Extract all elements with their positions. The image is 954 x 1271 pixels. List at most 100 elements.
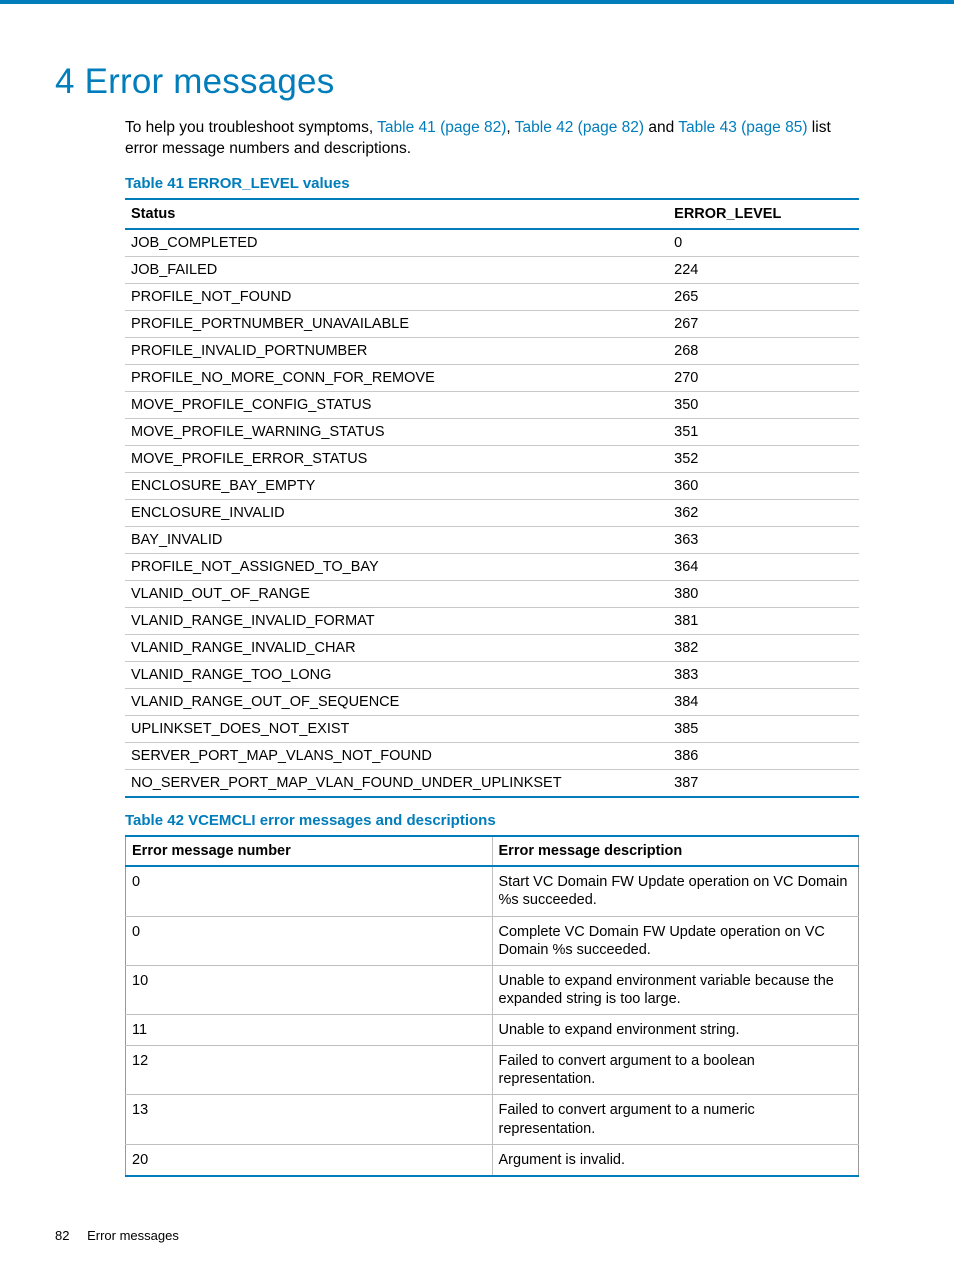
error-description-cell: Unable to expand environment string. <box>492 1015 859 1046</box>
table-42-header-description: Error message description <box>492 836 859 866</box>
error-level-cell: 363 <box>668 527 859 554</box>
link-table-41[interactable]: Table 41 (page 82) <box>377 119 506 136</box>
status-cell: BAY_INVALID <box>125 527 668 554</box>
status-cell: VLANID_OUT_OF_RANGE <box>125 581 668 608</box>
table-row: VLANID_RANGE_INVALID_CHAR382 <box>125 635 859 662</box>
status-cell: MOVE_PROFILE_ERROR_STATUS <box>125 446 668 473</box>
table-row: JOB_COMPLETED0 <box>125 229 859 257</box>
error-level-cell: 267 <box>668 311 859 338</box>
error-level-cell: 386 <box>668 743 859 770</box>
error-level-cell: 360 <box>668 473 859 500</box>
status-cell: PROFILE_NOT_ASSIGNED_TO_BAY <box>125 554 668 581</box>
status-cell: PROFILE_INVALID_PORTNUMBER <box>125 338 668 365</box>
error-number-cell: 0 <box>126 916 493 965</box>
table-row: MOVE_PROFILE_WARNING_STATUS351 <box>125 419 859 446</box>
table-row: 20Argument is invalid. <box>126 1144 859 1176</box>
error-level-cell: 383 <box>668 662 859 689</box>
error-description-cell: Start VC Domain FW Update operation on V… <box>492 866 859 916</box>
table-row: 13Failed to convert argument to a numeri… <box>126 1095 859 1144</box>
error-number-cell: 12 <box>126 1046 493 1095</box>
error-level-cell: 270 <box>668 365 859 392</box>
status-cell: MOVE_PROFILE_CONFIG_STATUS <box>125 392 668 419</box>
error-number-cell: 10 <box>126 965 493 1014</box>
error-level-cell: 387 <box>668 770 859 798</box>
error-number-cell: 11 <box>126 1015 493 1046</box>
error-level-cell: 381 <box>668 608 859 635</box>
table-row: PROFILE_PORTNUMBER_UNAVAILABLE267 <box>125 311 859 338</box>
error-description-cell: Failed to convert argument to a boolean … <box>492 1046 859 1095</box>
table-row: ENCLOSURE_BAY_EMPTY360 <box>125 473 859 500</box>
status-cell: NO_SERVER_PORT_MAP_VLAN_FOUND_UNDER_UPLI… <box>125 770 668 798</box>
table-row: 10Unable to expand environment variable … <box>126 965 859 1014</box>
error-level-cell: 382 <box>668 635 859 662</box>
error-level-cell: 384 <box>668 689 859 716</box>
table-row: 0Complete VC Domain FW Update operation … <box>126 916 859 965</box>
page-footer: 82 Error messages <box>55 1228 179 1243</box>
page-title: 4 Error messages <box>55 62 859 102</box>
status-cell: UPLINKSET_DOES_NOT_EXIST <box>125 716 668 743</box>
table-42: Error message number Error message descr… <box>125 835 859 1177</box>
table-row: ENCLOSURE_INVALID362 <box>125 500 859 527</box>
status-cell: MOVE_PROFILE_WARNING_STATUS <box>125 419 668 446</box>
error-number-cell: 0 <box>126 866 493 916</box>
table-row: MOVE_PROFILE_CONFIG_STATUS350 <box>125 392 859 419</box>
link-table-43[interactable]: Table 43 (page 85) <box>678 119 807 136</box>
footer-title: Error messages <box>87 1228 179 1243</box>
table-row: VLANID_RANGE_INVALID_FORMAT381 <box>125 608 859 635</box>
error-description-cell: Failed to convert argument to a numeric … <box>492 1095 859 1144</box>
error-level-cell: 351 <box>668 419 859 446</box>
error-level-cell: 362 <box>668 500 859 527</box>
table-row: PROFILE_NOT_FOUND265 <box>125 284 859 311</box>
table-41-caption: Table 41 ERROR_LEVEL values <box>125 175 859 192</box>
error-description-cell: Complete VC Domain FW Update operation o… <box>492 916 859 965</box>
table-row: MOVE_PROFILE_ERROR_STATUS352 <box>125 446 859 473</box>
page-number: 82 <box>55 1228 69 1243</box>
error-level-cell: 0 <box>668 229 859 257</box>
status-cell: ENCLOSURE_BAY_EMPTY <box>125 473 668 500</box>
status-cell: PROFILE_NO_MORE_CONN_FOR_REMOVE <box>125 365 668 392</box>
intro-text: To help you troubleshoot symptoms, <box>125 119 377 136</box>
table-row: 0Start VC Domain FW Update operation on … <box>126 866 859 916</box>
table-41-header-level: ERROR_LEVEL <box>668 199 859 229</box>
table-row: JOB_FAILED224 <box>125 257 859 284</box>
status-cell: VLANID_RANGE_INVALID_FORMAT <box>125 608 668 635</box>
table-row: UPLINKSET_DOES_NOT_EXIST385 <box>125 716 859 743</box>
status-cell: PROFILE_PORTNUMBER_UNAVAILABLE <box>125 311 668 338</box>
table-row: BAY_INVALID363 <box>125 527 859 554</box>
status-cell: JOB_COMPLETED <box>125 229 668 257</box>
table-row: VLANID_RANGE_OUT_OF_SEQUENCE384 <box>125 689 859 716</box>
link-table-42[interactable]: Table 42 (page 82) <box>515 119 644 136</box>
status-cell: VLANID_RANGE_TOO_LONG <box>125 662 668 689</box>
error-number-cell: 13 <box>126 1095 493 1144</box>
error-number-cell: 20 <box>126 1144 493 1176</box>
table-41: Status ERROR_LEVEL JOB_COMPLETED0JOB_FAI… <box>125 198 859 798</box>
error-description-cell: Unable to expand environment variable be… <box>492 965 859 1014</box>
error-level-cell: 385 <box>668 716 859 743</box>
error-level-cell: 265 <box>668 284 859 311</box>
table-row: PROFILE_NOT_ASSIGNED_TO_BAY364 <box>125 554 859 581</box>
table-row: SERVER_PORT_MAP_VLANS_NOT_FOUND386 <box>125 743 859 770</box>
table-row: 12Failed to convert argument to a boolea… <box>126 1046 859 1095</box>
error-description-cell: Argument is invalid. <box>492 1144 859 1176</box>
error-level-cell: 380 <box>668 581 859 608</box>
status-cell: VLANID_RANGE_INVALID_CHAR <box>125 635 668 662</box>
status-cell: SERVER_PORT_MAP_VLANS_NOT_FOUND <box>125 743 668 770</box>
table-row: NO_SERVER_PORT_MAP_VLAN_FOUND_UNDER_UPLI… <box>125 770 859 798</box>
table-row: VLANID_RANGE_TOO_LONG383 <box>125 662 859 689</box>
error-level-cell: 224 <box>668 257 859 284</box>
error-level-cell: 352 <box>668 446 859 473</box>
error-level-cell: 364 <box>668 554 859 581</box>
status-cell: PROFILE_NOT_FOUND <box>125 284 668 311</box>
status-cell: ENCLOSURE_INVALID <box>125 500 668 527</box>
table-row: 11Unable to expand environment string. <box>126 1015 859 1046</box>
table-41-header-status: Status <box>125 199 668 229</box>
table-row: VLANID_OUT_OF_RANGE380 <box>125 581 859 608</box>
error-level-cell: 268 <box>668 338 859 365</box>
table-42-header-number: Error message number <box>126 836 493 866</box>
error-level-cell: 350 <box>668 392 859 419</box>
intro-text: and <box>644 119 678 136</box>
status-cell: JOB_FAILED <box>125 257 668 284</box>
intro-paragraph: To help you troubleshoot symptoms, Table… <box>125 118 859 160</box>
table-row: PROFILE_NO_MORE_CONN_FOR_REMOVE270 <box>125 365 859 392</box>
status-cell: VLANID_RANGE_OUT_OF_SEQUENCE <box>125 689 668 716</box>
